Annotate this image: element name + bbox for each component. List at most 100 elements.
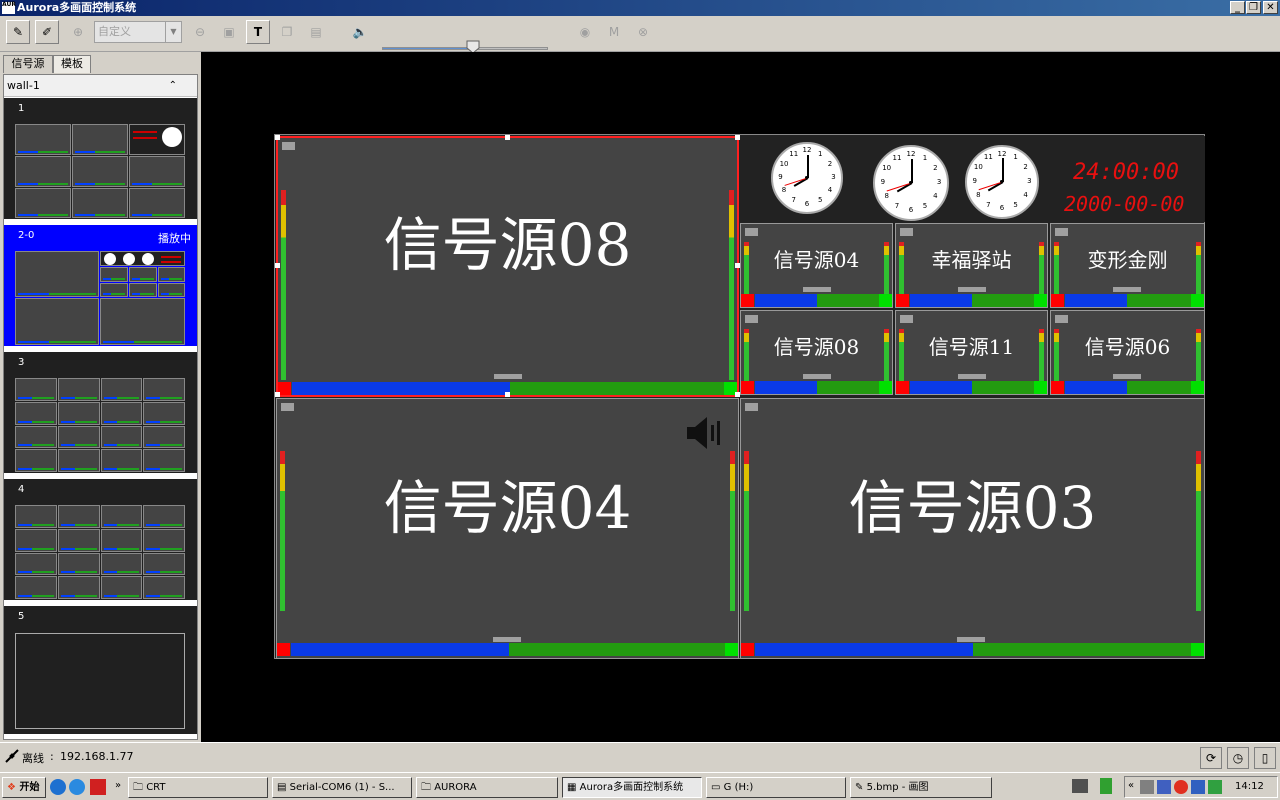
start-button[interactable]: ❖ 开始: [2, 777, 46, 798]
battery-icon[interactable]: [1100, 778, 1112, 794]
clock-numeral: 4: [1023, 190, 1028, 199]
resize-handle[interactable]: [275, 392, 280, 397]
taskbar-item[interactable]: ▭ G (H:): [706, 777, 846, 798]
clock-numeral: 11: [789, 150, 799, 159]
mouse-icon[interactable]: ▯: [1254, 747, 1276, 769]
network-icon[interactable]: [1157, 780, 1171, 794]
text-button[interactable]: T: [246, 20, 270, 44]
zoom-out-button[interactable]: ⊖: [188, 20, 212, 44]
window-tag: [745, 315, 758, 323]
resize-handle[interactable]: [275, 135, 280, 140]
close-button[interactable]: ✕: [1263, 1, 1278, 14]
window-tag: [900, 228, 913, 236]
taskbar-item[interactable]: 🗀 AURORA: [416, 777, 558, 798]
connect-button[interactable]: ✎: [6, 20, 30, 44]
preview-bar-green: [74, 468, 97, 470]
preview-cell: [143, 449, 185, 472]
signal-window[interactable]: 信号源03: [740, 398, 1205, 659]
window-title: 信号源04: [383, 474, 632, 542]
app-icon[interactable]: [90, 779, 106, 795]
status-bar-blue: [910, 294, 972, 307]
template-item[interactable]: 1: [4, 98, 197, 222]
keyboard-icon[interactable]: [1072, 779, 1088, 793]
tab-templates[interactable]: 模板: [53, 55, 91, 73]
shield-icon[interactable]: [1208, 780, 1222, 794]
taskbar-item-label: G (H:): [723, 782, 754, 793]
chevron-up-icon[interactable]: ⌃: [169, 75, 177, 97]
signal-window-small[interactable]: 幸福驿站: [895, 223, 1048, 308]
taskbar-item-label: AURORA: [434, 782, 477, 793]
signal-window-small[interactable]: 信号源11: [895, 310, 1048, 395]
drag-handle[interactable]: [958, 374, 986, 379]
window-tag: [282, 142, 295, 150]
disconnect-button[interactable]: ✐: [35, 20, 59, 44]
clock-numeral: 10: [779, 159, 789, 168]
drag-handle[interactable]: [958, 287, 986, 292]
signal-window-small[interactable]: 信号源06: [1050, 310, 1205, 395]
status-bar-green: [972, 381, 1034, 394]
image-button[interactable]: ▤: [304, 20, 328, 44]
app-tray-icon[interactable]: [1174, 780, 1188, 794]
volume-slider[interactable]: [382, 47, 548, 50]
refresh-icon[interactable]: ⟳: [1200, 747, 1222, 769]
drag-handle[interactable]: [493, 637, 521, 642]
clock-numeral: 11: [983, 153, 993, 162]
taskbar-item[interactable]: ▤ Serial-COM6 (1) - S...: [272, 777, 412, 798]
browser-icon[interactable]: [69, 779, 85, 795]
template-preview: [15, 633, 185, 729]
fit-button[interactable]: ▣: [217, 20, 241, 44]
status-bar-lime: [725, 643, 738, 656]
record-button[interactable]: ◉: [573, 20, 597, 44]
app-icon: AUR: [2, 2, 16, 14]
chevron-down-icon[interactable]: ▼: [165, 22, 181, 42]
audio-meter-left: [1054, 329, 1059, 381]
mode-button[interactable]: M: [602, 20, 626, 44]
signal-window-small[interactable]: 信号源04: [740, 223, 893, 308]
template-item[interactable]: 3: [4, 352, 197, 476]
wall-header[interactable]: wall-1 ⌃: [4, 75, 197, 97]
status-bar-lime: [1034, 381, 1047, 394]
signal-window-selected[interactable]: 信号源08: [276, 136, 739, 397]
audio-meter-left: [744, 242, 749, 294]
preview-bar-green: [160, 523, 182, 526]
drag-handle[interactable]: [803, 287, 831, 292]
taskbar-item[interactable]: ✎ 5.bmp - 画图: [850, 777, 992, 798]
speaker-icon[interactable]: [685, 413, 725, 453]
status-bar-blue: [1065, 294, 1127, 307]
browser-icon[interactable]: [50, 779, 66, 795]
drag-handle[interactable]: [957, 637, 985, 642]
sound-button[interactable]: 🔈: [348, 20, 372, 44]
preview-bar-green: [160, 595, 182, 597]
chevron-left-icon[interactable]: «: [1128, 780, 1134, 791]
resize-handle[interactable]: [505, 392, 510, 397]
resize-handle[interactable]: [505, 135, 510, 140]
restore-button[interactable]: ❐: [1246, 1, 1261, 14]
tab-sources[interactable]: 信号源: [3, 55, 53, 73]
template-item-selected[interactable]: 2-0 播放中: [4, 225, 197, 349]
preview-bar-green: [31, 420, 54, 423]
preview-bar-green: [31, 571, 54, 574]
template-item[interactable]: 5: [4, 606, 197, 734]
signal-window-small[interactable]: 信号源08: [740, 310, 893, 395]
minimize-button[interactable]: _: [1230, 1, 1245, 14]
signal-window-small[interactable]: 变形金刚: [1050, 223, 1205, 308]
taskbar-item-active[interactable]: ▦ Aurora多画面控制系统: [562, 777, 702, 798]
network-icon[interactable]: [1140, 780, 1154, 794]
shield-icon[interactable]: [1191, 780, 1205, 794]
signal-window[interactable]: 信号源04: [276, 398, 739, 659]
zoom-in-button[interactable]: ⊕: [66, 20, 90, 44]
chevron-right-icon[interactable]: »: [115, 780, 121, 791]
drag-handle[interactable]: [1113, 374, 1141, 379]
taskbar-item[interactable]: 🗀 CRT: [128, 777, 268, 798]
drag-handle[interactable]: [1113, 287, 1141, 292]
preview-cell: [15, 156, 71, 187]
preset-select[interactable]: 自定义 ▼: [94, 21, 182, 43]
link-button[interactable]: ⊗: [631, 20, 655, 44]
resize-handle[interactable]: [275, 263, 280, 268]
copy-button[interactable]: ❐: [275, 20, 299, 44]
clock-minute-hand: [807, 154, 809, 178]
drag-handle[interactable]: [494, 374, 522, 379]
clock-icon[interactable]: ◷: [1227, 747, 1249, 769]
template-item[interactable]: 4: [4, 479, 197, 603]
drag-handle[interactable]: [803, 374, 831, 379]
